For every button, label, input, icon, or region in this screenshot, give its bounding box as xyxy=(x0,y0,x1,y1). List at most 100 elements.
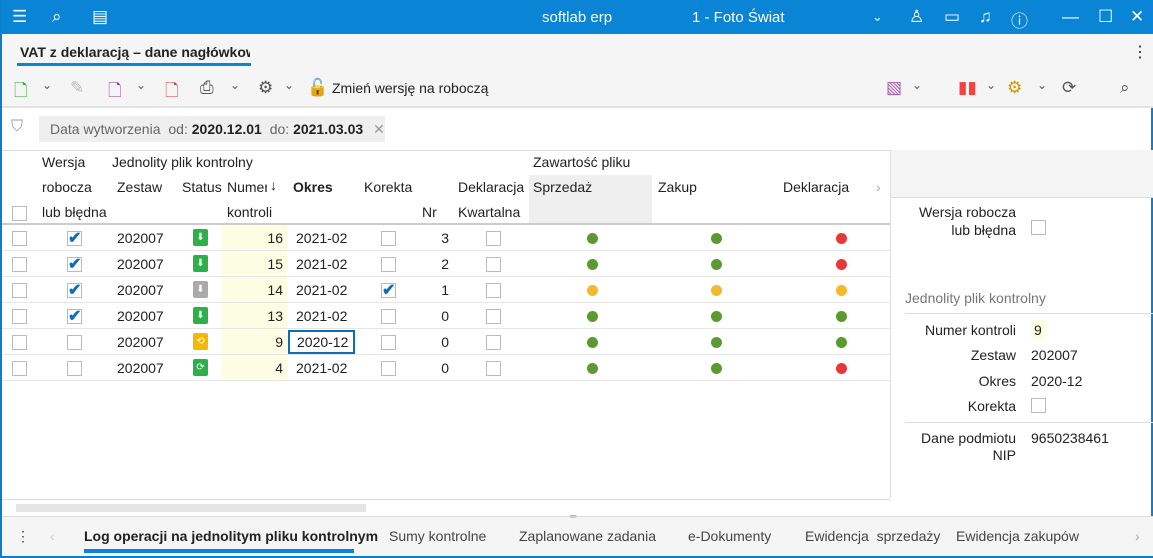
wersja-checkbox[interactable]: ✔ xyxy=(67,257,82,273)
header-okres[interactable]: Okres xyxy=(293,179,333,195)
kwartalna-checkbox[interactable] xyxy=(486,231,501,246)
kwartalna-checkbox[interactable] xyxy=(486,283,501,298)
delete-document-icon[interactable]: 🗋 xyxy=(165,78,179,107)
korekta-checkbox[interactable] xyxy=(381,309,396,324)
menu-icon[interactable]: ☰ xyxy=(12,7,27,27)
wersja-checkbox[interactable]: ✔ xyxy=(67,231,82,247)
scroll-left-icon[interactable]: ‹ xyxy=(50,528,55,544)
add-document-icon[interactable]: 🗋 xyxy=(14,78,28,107)
close-icon[interactable]: ✕ xyxy=(1130,7,1144,27)
table-row[interactable]: ✔ 202007 ⬇ 13 2021-02 0 xyxy=(2,303,890,329)
panel-korekta-checkbox[interactable] xyxy=(1031,398,1046,413)
chevron-down-icon[interactable]: ⌄ xyxy=(1037,78,1047,92)
wersja-checkbox[interactable] xyxy=(67,361,82,376)
okres-cell[interactable]: 2021-02 xyxy=(288,251,355,277)
horizontal-scrollbar[interactable] xyxy=(2,499,890,515)
maximize-icon[interactable]: ☐ xyxy=(1098,7,1113,27)
search-icon[interactable]: ⌕ xyxy=(52,7,62,27)
bottom-tab-zakupy[interactable]: Ewidencja zakupów xyxy=(956,528,1079,544)
more-icon[interactable]: ⋮ xyxy=(1132,42,1148,62)
korekta-checkbox[interactable] xyxy=(381,361,396,376)
row-select-checkbox[interactable] xyxy=(12,231,27,246)
bottom-tab-sumy[interactable]: Sumy kontrolne xyxy=(389,528,486,544)
header-status[interactable]: Status xyxy=(182,179,222,195)
header-numer[interactable]: Numer xyxy=(227,179,267,195)
unlock-icon[interactable]: 🔓 xyxy=(307,78,328,98)
date-filter-chip[interactable]: Data wytworzenia od: 2020.12.01 do: 2021… xyxy=(39,116,385,142)
wersja-checkbox[interactable] xyxy=(67,335,82,350)
korekta-checkbox[interactable] xyxy=(381,257,396,272)
header-zakup[interactable]: Zakup xyxy=(658,179,697,195)
table-row[interactable]: ✔ 202007 ⬇ 16 2021-02 3 xyxy=(2,225,890,251)
row-select-checkbox[interactable] xyxy=(12,283,27,298)
scroll-right-icon[interactable]: › xyxy=(876,179,881,195)
company-selector[interactable]: 1 - Foto Świat xyxy=(692,9,785,26)
refresh-icon[interactable]: ⟳ xyxy=(1062,78,1076,98)
search-filter-icon[interactable]: ⌕ xyxy=(1120,78,1130,98)
header-nr[interactable]: Nr xyxy=(422,204,437,220)
table-row[interactable]: 202007 ⟲ 9 2020-12 0 xyxy=(2,329,890,355)
chevron-down-icon[interactable]: ⌄ xyxy=(872,9,883,25)
chevron-down-icon[interactable]: ⌄ xyxy=(284,78,294,92)
more-icon[interactable]: ⋮ xyxy=(16,528,30,545)
table-row[interactable]: ✔ 202007 ⬇ 15 2021-02 2 xyxy=(2,251,890,277)
okres-cell[interactable]: 2021-02 xyxy=(288,225,355,251)
minimize-icon[interactable]: — xyxy=(1062,7,1079,27)
clear-filter-icon[interactable]: ✕ xyxy=(373,121,385,137)
row-select-checkbox[interactable] xyxy=(12,335,27,350)
table-row[interactable]: ✔ 202007 ⬇ 14 2021-02 ✔ 1 xyxy=(2,277,890,303)
bottom-tab-sprzedaz[interactable]: Ewidencja sprzedaży xyxy=(805,528,940,544)
help-icon[interactable]: ⓘ xyxy=(1011,7,1028,32)
kwartalna-checkbox[interactable] xyxy=(486,309,501,324)
header-sprzedaz[interactable]: Sprzedaż xyxy=(533,179,592,195)
tab-vat-header[interactable]: VAT z deklaracją – dane nagłówkowe xyxy=(20,44,250,60)
change-version-button[interactable]: Zmień wersję na roboczą xyxy=(332,80,488,96)
okres-cell[interactable]: 2020-12 xyxy=(288,330,355,354)
document-settings-icon[interactable]: ⚙ xyxy=(258,78,273,98)
sort-down-icon[interactable]: ↓ xyxy=(270,177,277,193)
kwartalna-checkbox[interactable] xyxy=(486,257,501,272)
row-select-checkbox[interactable] xyxy=(12,257,27,272)
kwartalna-checkbox[interactable] xyxy=(486,361,501,376)
chevron-down-icon[interactable]: ⌄ xyxy=(986,78,996,92)
wersja-checkbox[interactable]: ✔ xyxy=(67,309,82,325)
news-icon[interactable]: ▤ xyxy=(92,7,108,27)
scroll-right-icon[interactable]: › xyxy=(1135,528,1140,544)
user-icon[interactable]: ♙ xyxy=(909,7,924,27)
header-zestaw[interactable]: Zestaw xyxy=(117,179,162,195)
kwartalna-checkbox[interactable] xyxy=(486,335,501,350)
okres-cell[interactable]: 2021-02 xyxy=(288,303,355,329)
chevron-down-icon[interactable]: ⌄ xyxy=(136,78,146,92)
filter-icon[interactable]: ⛉ xyxy=(11,118,23,136)
okres-cell[interactable]: 2021-02 xyxy=(288,355,355,381)
bottom-tab-log[interactable]: Log operacji na jednolitym pliku kontrol… xyxy=(84,528,378,544)
chat-icon[interactable]: ▭ xyxy=(944,7,960,27)
bottom-tab-edokumenty[interactable]: e-Dokumenty xyxy=(688,528,771,544)
scrollbar-thumb[interactable] xyxy=(16,504,366,512)
header-deklaracja[interactable]: Deklaracja xyxy=(783,179,849,195)
chart-icon[interactable]: ▮▮ xyxy=(958,78,977,98)
bell-icon[interactable]: ♫ xyxy=(979,7,992,27)
korekta-checkbox[interactable]: ✔ xyxy=(381,283,396,299)
layout-icon[interactable]: ▧ xyxy=(886,78,902,98)
header-korekta[interactable]: Korekta xyxy=(364,179,412,195)
print-icon[interactable]: ⎙ xyxy=(200,78,214,98)
chevron-down-icon[interactable]: ⌄ xyxy=(912,78,922,92)
header-wersja[interactable]: Wersja xyxy=(42,154,85,170)
splitter-handle[interactable]: ═ xyxy=(570,511,576,521)
wersja-checkbox[interactable]: ✔ xyxy=(67,283,82,299)
info-document-icon[interactable]: 🗋 xyxy=(108,78,122,107)
okres-cell[interactable]: 2021-02 xyxy=(288,277,355,303)
korekta-checkbox[interactable] xyxy=(381,335,396,350)
row-select-checkbox[interactable] xyxy=(12,361,27,376)
alert-settings-icon[interactable]: ⚙ xyxy=(1007,78,1022,98)
bottom-tab-zadania[interactable]: Zaplanowane zadania xyxy=(519,528,656,544)
chevron-down-icon[interactable]: ⌄ xyxy=(42,78,52,92)
select-all-checkbox[interactable] xyxy=(12,206,27,221)
row-select-checkbox[interactable] xyxy=(12,309,27,324)
chevron-down-icon[interactable]: ⌄ xyxy=(230,78,240,92)
panel-wersja-checkbox[interactable] xyxy=(1031,220,1046,235)
korekta-checkbox[interactable] xyxy=(381,231,396,246)
header-deklaracja-kwartalna[interactable]: Deklaracja xyxy=(458,179,524,195)
table-row[interactable]: 202007 ⟳ 4 2021-02 0 xyxy=(2,355,890,381)
